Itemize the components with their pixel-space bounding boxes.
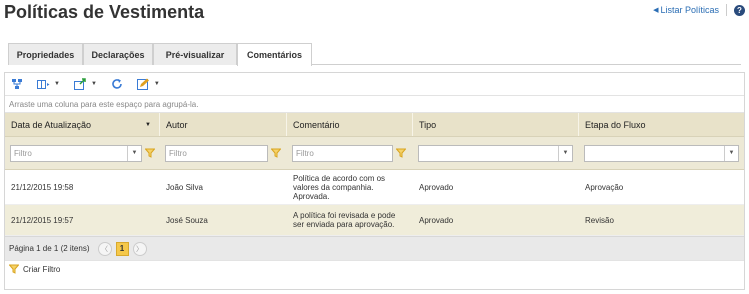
- refresh-icon: [112, 79, 122, 89]
- cell-author: João Silva: [166, 182, 203, 192]
- export-menu-button[interactable]: ▼: [73, 78, 97, 90]
- author-filter-input[interactable]: Filtro: [165, 144, 268, 162]
- chevron-down-icon: ▼: [127, 145, 141, 161]
- filter-placeholder: Filtro: [11, 145, 141, 161]
- column-header-date[interactable]: Data de Atualização ▼: [5, 113, 160, 136]
- chevron-down-icon: ▼: [54, 81, 60, 87]
- column-header-comment[interactable]: Comentário: [287, 113, 413, 136]
- cell-comment: Política de acordo com os valores da com…: [293, 173, 386, 201]
- chevron-down-icon: ▼: [153, 81, 160, 87]
- table-row[interactable]: 21/12/2015 19:57 José Souza A política f…: [5, 205, 744, 236]
- create-filter-link[interactable]: Criar Filtro: [23, 265, 60, 274]
- chevron-left-icon: ◀: [653, 7, 659, 14]
- edit-icon: [136, 78, 149, 90]
- tab-declarations[interactable]: Declarações: [83, 43, 153, 65]
- column-header-label: Data de Atualização: [11, 119, 92, 130]
- filter-cell-date: Filtro ▼: [5, 137, 160, 169]
- stage-filter-select[interactable]: ▼: [584, 144, 739, 162]
- grid-toolbar: ▼ ▼ ▼: [5, 73, 744, 96]
- cell-stage: Revisão: [585, 215, 614, 225]
- cell-stage: Aprovação: [585, 182, 624, 192]
- column-header-label: Autor: [166, 119, 188, 130]
- tab-preview[interactable]: Pré-visualizar: [153, 43, 237, 65]
- page-title: Políticas de Vestimenta: [4, 2, 205, 22]
- group-drop-area[interactable]: Arraste uma coluna para este espaço para…: [5, 96, 744, 113]
- filter-footer: Criar Filtro: [5, 260, 744, 278]
- grid-header: Data de Atualização ▼ Autor Comentário T…: [5, 113, 744, 137]
- help-icon[interactable]: ?: [734, 4, 745, 16]
- comments-grid: ▼ ▼ ▼ Arraste uma coluna para este espaç…: [4, 72, 745, 290]
- table-row[interactable]: 21/12/2015 19:58 João Silva Política de …: [5, 170, 744, 205]
- filter-cell-comment: Filtro: [287, 137, 413, 169]
- chevron-down-icon: ▼: [558, 145, 572, 161]
- cell-type: Aprovado: [419, 215, 454, 225]
- chevron-down-icon: ▼: [90, 81, 97, 87]
- column-header-stage[interactable]: Etapa do Fluxo: [579, 113, 744, 136]
- comment-filter-input[interactable]: Filtro: [292, 144, 393, 162]
- filter-icon[interactable]: [145, 148, 155, 158]
- list-policies-link[interactable]: Listar Políticas: [660, 5, 719, 15]
- hierarchy-button[interactable]: [11, 78, 23, 90]
- filter-row: Filtro ▼ Filtro Filtro ▼ ▼: [5, 137, 744, 170]
- cell-comment: A política foi revisada e pode ser envia…: [293, 211, 396, 229]
- pager-summary: Página 1 de 1 (2 itens): [9, 244, 90, 253]
- column-header-author[interactable]: Autor: [160, 113, 287, 136]
- prev-page-button[interactable]: 〈: [97, 241, 112, 256]
- column-header-label: Etapa do Fluxo: [585, 119, 646, 130]
- column-header-type[interactable]: Tipo: [413, 113, 579, 136]
- filter-icon: [8, 264, 20, 276]
- filter-icon[interactable]: [396, 148, 406, 158]
- filter-icon[interactable]: [271, 148, 281, 158]
- cell-type: Aprovado: [419, 182, 454, 192]
- top-actions: ◀ Listar Políticas ?: [653, 4, 745, 16]
- cell-date: 21/12/2015 19:58: [11, 182, 74, 192]
- export-icon: [73, 78, 86, 90]
- type-filter-select[interactable]: ▼: [418, 144, 573, 162]
- cell-author: José Souza: [166, 215, 208, 225]
- cell-date: 21/12/2015 19:57: [11, 215, 74, 225]
- pager: Página 1 de 1 (2 itens) 〈 1 〉: [5, 236, 744, 260]
- column-header-label: Tipo: [419, 119, 437, 130]
- chevron-down-icon: ▼: [724, 145, 738, 161]
- columns-icon: [37, 79, 50, 89]
- column-header-label: Comentário: [293, 119, 340, 130]
- filter-cell-stage: ▼: [579, 137, 744, 169]
- filter-cell-author: Filtro: [160, 137, 287, 169]
- tab-properties[interactable]: Propriedades: [8, 43, 83, 65]
- refresh-button[interactable]: [111, 78, 123, 90]
- columns-menu-button[interactable]: ▼: [37, 79, 60, 90]
- next-page-button[interactable]: 〉: [132, 241, 147, 256]
- date-filter-input[interactable]: Filtro ▼: [10, 144, 142, 162]
- tab-bar: Propriedades Declarações Pré-visualizar …: [8, 43, 741, 66]
- filter-cell-type: ▼: [413, 137, 579, 169]
- edit-menu-button[interactable]: ▼: [136, 78, 160, 90]
- hierarchy-icon: [12, 79, 22, 89]
- tab-comments[interactable]: Comentários: [237, 43, 312, 66]
- divider: [726, 4, 727, 16]
- sort-down-icon: ▼: [145, 121, 151, 128]
- page-number-button[interactable]: 1: [115, 241, 129, 256]
